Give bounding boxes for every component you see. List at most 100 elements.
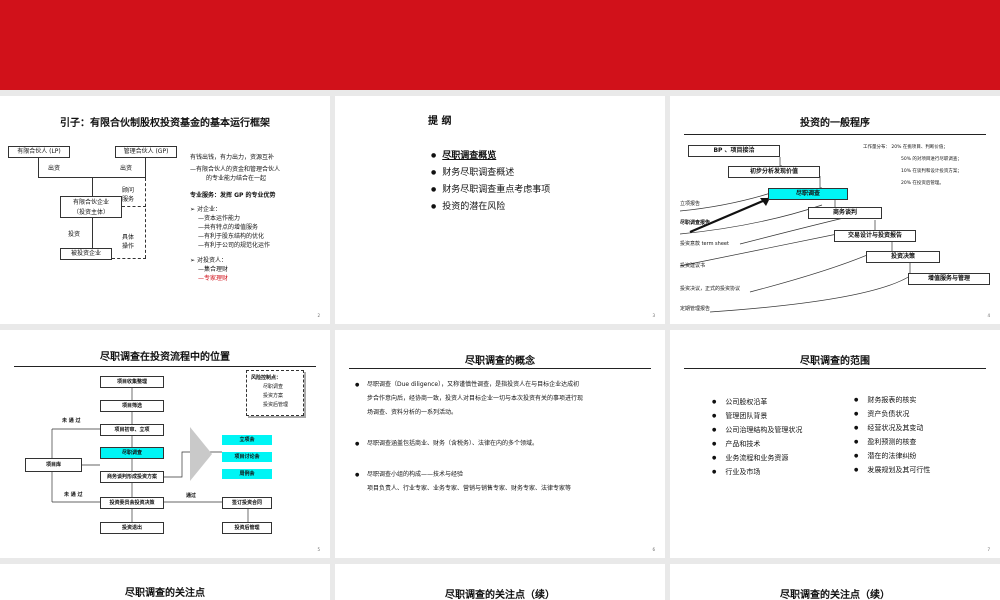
flow-step: 投资退出 [100, 522, 164, 534]
slide-10[interactable]: 尽职调查的关注点（续） [670, 564, 1000, 600]
slide-9[interactable]: 尽职调查的关注点（续） [335, 564, 665, 600]
scope-paragraph: ● 尽职调查涵盖包括商业、财务（含税务）、法律在内的多个领域。 [355, 440, 539, 447]
slide-title: 尽职调查的关注点（续） [445, 590, 555, 600]
outline-item[interactable]: 投资的潜在风险 [431, 199, 550, 216]
fund-sub-label: （投资主体） [72, 209, 109, 216]
post-investment-box: 投资后管理 [222, 522, 272, 534]
page-number: 4 [987, 313, 990, 318]
step-box-highlight: 尽职调查 [768, 188, 848, 200]
list-item: 发展规划及其可行性 [854, 464, 930, 478]
slide-title: 尽职调查的关注点 [125, 588, 205, 599]
step-box: 交易设计与投资报告 [834, 230, 916, 242]
scope-list-right: 财务报表的核实 资产负债状况 经营状况及其变动 盈利预测的核查 潜在的法律纠纷 … [854, 394, 930, 478]
label-caozuo: 操作 [122, 243, 135, 250]
title-rule [349, 368, 651, 369]
label-chuzi: 出资 [120, 165, 133, 172]
list-item: 盈利预测的核查 [854, 436, 930, 450]
label-touzi: 投资 [68, 231, 81, 238]
workload-notes: 工作量分布： 20% 在挑项目、判断价值； 50% 的对项目进行尽职调查； 10… [863, 145, 962, 186]
connector [38, 157, 39, 177]
doc-label: 尽职调查报告 [680, 220, 711, 226]
slide-5[interactable]: 尽职调查在投资流程中的位置 项目收集整理 项目筛选 项目初审、立项 尽职调查 商… [0, 330, 330, 558]
doc-label: 立项报告 [680, 201, 701, 207]
page-number: 7 [987, 547, 990, 552]
page-number: 5 [317, 547, 320, 552]
flow-step-highlight: 尽职调查 [100, 447, 164, 459]
gp-box: 管理合伙人 (GP) [115, 146, 177, 158]
connector [92, 218, 93, 248]
fund-label: 有限合伙企业 [72, 199, 109, 206]
step-box: 商务谈判 [808, 207, 882, 219]
list-item: 业务流程和业务资源 [712, 452, 802, 466]
connector [145, 157, 146, 177]
page-number: 2 [317, 313, 320, 318]
red-banner [0, 0, 1000, 90]
team-paragraph: ● 尽职调查小组的构成——技术与经验 项目负责人、行业专家、业务专家、营销与销售… [355, 471, 572, 492]
label-passed: 通过 [186, 493, 197, 499]
flow-step: 项目收集整理 [100, 376, 164, 388]
sign-contract-box: 签订投资合同 [222, 497, 272, 509]
list-item: 资产负债状况 [854, 408, 930, 422]
slide-title: 提 纲 [428, 116, 452, 127]
flow-step: 项目初审、立项 [100, 424, 164, 436]
slide-6[interactable]: 尽职调查的概念 ● 尽职调查（Due diligence），又称谨慎性调查，是指… [335, 330, 665, 558]
outline-item[interactable]: 尽职调查概览 [431, 148, 550, 165]
doc-label: 投资意款 term sheet [680, 241, 729, 247]
outline-item[interactable]: 财务尽职调查重点考虑事项 [431, 182, 550, 199]
flow-connectors [51, 386, 249, 522]
slide-title: 尽职调查的范围 [800, 356, 870, 367]
page-number: 6 [652, 547, 655, 552]
dashed-connector [145, 178, 146, 258]
target-box: 被投资企业 [60, 248, 112, 260]
dashed-connector [112, 258, 146, 259]
slide-title: 引子：有限合伙制股权投资基金的基本运行框架 [60, 118, 270, 129]
page-number: 3 [652, 313, 655, 318]
meeting-box: 项目讨论会 [222, 452, 272, 462]
list-item: 公司股权沿革 [712, 396, 802, 410]
step-box: 初步分析发现价值 [728, 166, 820, 178]
label-chuzi: 出资 [48, 165, 61, 172]
list-item: 公司治理结构及管理状况 [712, 424, 802, 438]
doc-label: 投资建议书 [680, 263, 706, 269]
slide-7[interactable]: 尽职调查的范围 公司股权沿革 管理团队背景 公司治理结构及管理状况 产品和技术 … [670, 330, 1000, 558]
fund-box: 有限合伙企业 （投资主体） [60, 196, 122, 218]
risk-control-box: 风险控制点： 尽职调查 投资方案 投资后管理 [246, 370, 304, 416]
scope-list-left: 公司股权沿革 管理团队背景 公司治理结构及管理状况 产品和技术 业务流程和业务资… [712, 396, 802, 480]
meeting-box: 周例会 [222, 469, 272, 479]
label-fuwu: 服务 [122, 196, 135, 203]
slide-8[interactable]: 尽职调查的关注点 [0, 564, 330, 600]
list-item: 经营状况及其变动 [854, 422, 930, 436]
slide-title: 尽职调查的概念 [465, 356, 535, 367]
list-item: 产品和技术 [712, 438, 802, 452]
flow-step: 投资委员会投资决策 [100, 497, 164, 509]
list-item: 行业及市场 [712, 466, 802, 480]
outline-item[interactable]: 财务尽职调查概述 [431, 165, 550, 182]
flow-step: 商务谈判形成投资方案 [100, 471, 164, 483]
label-juti: 具体 [122, 234, 135, 241]
connector [92, 177, 93, 196]
flow-step: 项目筛选 [100, 400, 164, 412]
list-item: 管理团队背景 [712, 410, 802, 424]
outline-list: 尽职调查概览 财务尽职调查概述 财务尽职调查重点考虑事项 投资的潜在风险 [431, 148, 550, 216]
label-not-passed: 未 通 过 [64, 492, 83, 498]
step-box: 投资决策 [866, 251, 940, 263]
label-guwen: 顾问 [122, 187, 135, 194]
list-item: 潜在的法律纠纷 [854, 450, 930, 464]
doc-label: 定期管理报告 [680, 306, 711, 312]
slide-4[interactable]: 投资的一般程序 BP 、项目接洽 初步分析发现价值 尽职调查 商务谈判 交易设计… [670, 96, 1000, 324]
step-box: BP 、项目接洽 [688, 145, 780, 157]
label-not-passed: 未 通 过 [62, 418, 81, 424]
slide-title: 尽职调查的关注点（续） [780, 590, 890, 600]
lp-box: 有限合伙人 (LP) [8, 146, 70, 158]
slide-2[interactable]: 引子：有限合伙制股权投资基金的基本运行框架 有限合伙人 (LP) 管理合伙人 (… [0, 96, 330, 324]
chevron-right-icon [190, 427, 212, 481]
title-rule [684, 368, 986, 369]
step-box: 增值服务与管理 [908, 273, 990, 285]
slide-3[interactable]: 提 纲 尽职调查概览 财务尽职调查概述 财务尽职调查重点考虑事项 投资的潜在风险… [335, 96, 665, 324]
doc-label: 投资决议，正式的投资协议 [680, 286, 741, 292]
dashed-connector [122, 206, 146, 207]
meeting-box: 立项会 [222, 435, 272, 445]
concept-paragraph: ● 尽职调查（Due diligence），又称谨慎性调查，是指投资人在与目标企… [355, 381, 584, 416]
project-repo-box: 项目库 [25, 458, 82, 472]
right-text: 有钱出钱，有力出力，资源互补 —有限合伙人的资金和管理合伙人 的专业能力结合在一… [190, 154, 281, 282]
